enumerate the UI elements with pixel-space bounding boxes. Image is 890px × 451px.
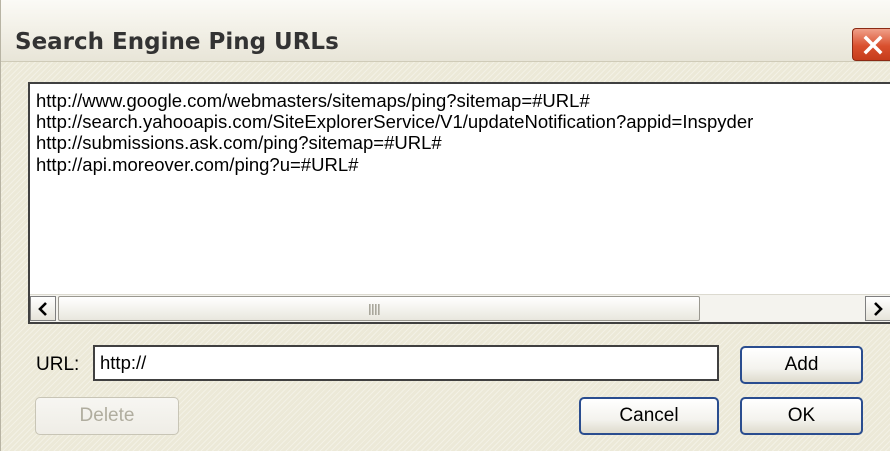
arrow-right-icon xyxy=(874,302,883,316)
list-item[interactable]: http://api.moreover.com/ping?u=#URL# xyxy=(36,154,358,176)
list-item[interactable]: http://www.google.com/webmasters/sitemap… xyxy=(36,90,590,112)
arrow-left-icon xyxy=(38,302,47,316)
scroll-thumb[interactable] xyxy=(58,296,700,321)
list-item[interactable]: http://submissions.ask.com/ping?sitemap=… xyxy=(36,132,442,154)
scroll-left-button[interactable] xyxy=(30,296,56,321)
url-listbox[interactable]: http://www.google.com/webmasters/sitemap… xyxy=(28,82,890,324)
dialog-title: Search Engine Ping URLs xyxy=(15,29,339,55)
close-x-icon xyxy=(863,35,883,55)
grip-icon xyxy=(369,304,380,315)
add-button[interactable]: Add xyxy=(740,346,863,384)
ok-button[interactable]: OK xyxy=(740,397,863,435)
horizontal-scrollbar[interactable] xyxy=(30,294,890,322)
title-bar[interactable]: Search Engine Ping URLs xyxy=(1,0,890,62)
url-input[interactable] xyxy=(93,345,719,381)
url-label: URL: xyxy=(36,354,80,375)
scroll-right-button[interactable] xyxy=(865,296,890,321)
cancel-button[interactable]: Cancel xyxy=(579,397,719,435)
delete-button[interactable]: Delete xyxy=(35,397,179,435)
ping-urls-dialog: Search Engine Ping URLs http://www.googl… xyxy=(0,0,890,451)
list-item[interactable]: http://search.yahooapis.com/SiteExplorer… xyxy=(36,111,753,133)
close-button[interactable] xyxy=(852,28,890,61)
